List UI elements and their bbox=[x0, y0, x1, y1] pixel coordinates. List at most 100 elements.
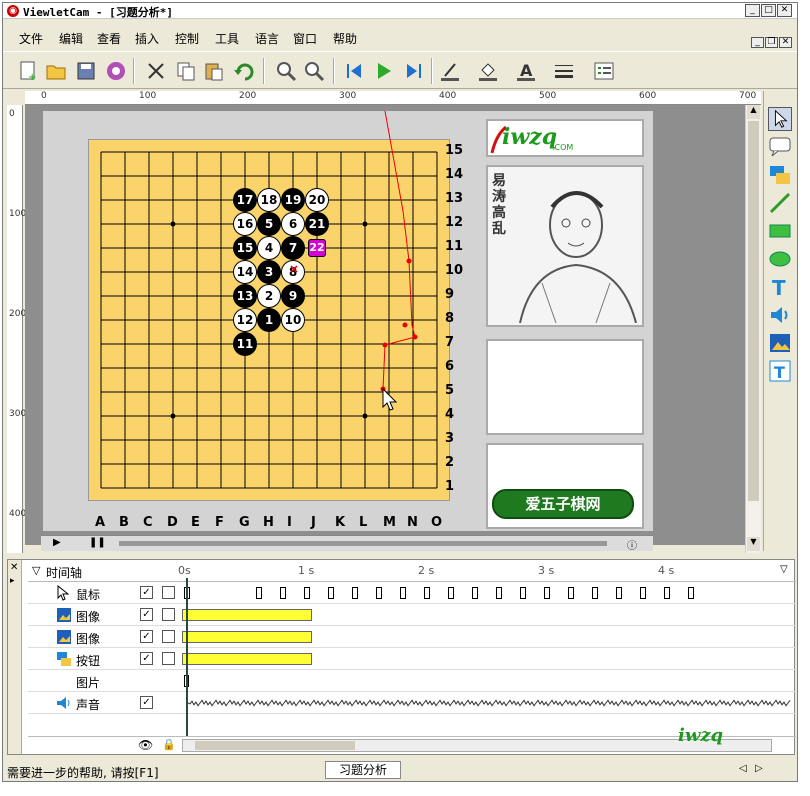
playhead[interactable] bbox=[186, 578, 188, 736]
close-button[interactable]: ✕ bbox=[777, 4, 792, 17]
info-icon[interactable]: ⓘ bbox=[627, 537, 637, 552]
mdi-close-button[interactable]: ✕ bbox=[779, 37, 792, 48]
record-icon[interactable] bbox=[105, 60, 127, 82]
text-tool-icon[interactable]: T bbox=[768, 275, 792, 299]
play-icon[interactable] bbox=[373, 60, 395, 82]
maximize-button[interactable]: □ bbox=[761, 4, 776, 17]
menu-file[interactable]: 文件 bbox=[19, 30, 43, 47]
preview-play-icon[interactable]: ▶ bbox=[53, 537, 61, 548]
image-tool-icon[interactable] bbox=[768, 331, 792, 355]
save-icon[interactable] bbox=[75, 60, 97, 82]
menu-language[interactable]: 语言 bbox=[255, 30, 279, 47]
timeline-row-mouse[interactable]: 鼠标 ✓ bbox=[28, 582, 796, 604]
document-tab[interactable]: 习题分析 bbox=[325, 761, 401, 779]
visible-checkbox[interactable]: ✓ bbox=[140, 652, 153, 665]
tab-prev-icon[interactable]: ◁ bbox=[739, 763, 747, 774]
mouse-keyframe[interactable] bbox=[544, 587, 550, 599]
line-color-icon[interactable] bbox=[439, 60, 461, 82]
image-duration-bar[interactable] bbox=[182, 631, 312, 643]
mouse-keyframe[interactable] bbox=[328, 587, 334, 599]
callout-icon[interactable] bbox=[768, 135, 792, 159]
timeline-row-image[interactable]: 图像 ✓ bbox=[28, 626, 796, 648]
menu-edit[interactable]: 编辑 bbox=[59, 30, 83, 47]
timeline-row-sound[interactable]: 声音 ✓ bbox=[28, 692, 796, 714]
mouse-keyframe[interactable] bbox=[640, 587, 646, 599]
timeline-scroll-thumb[interactable] bbox=[195, 741, 355, 750]
eye-icon[interactable]: 👁 bbox=[138, 738, 153, 752]
mouse-keyframe[interactable] bbox=[280, 587, 286, 599]
button-object-icon[interactable] bbox=[768, 163, 792, 187]
mouse-keyframe[interactable] bbox=[592, 587, 598, 599]
mdi-minimize-button[interactable]: _ bbox=[751, 37, 764, 48]
text-caption-icon[interactable]: T bbox=[768, 359, 792, 383]
scroll-up-icon[interactable]: ▲ bbox=[747, 105, 760, 119]
vertical-scrollbar[interactable]: ▲ ▼ bbox=[745, 105, 761, 553]
image-duration-bar[interactable] bbox=[182, 609, 312, 621]
timeline-collapse-icon[interactable]: ▽ bbox=[32, 564, 40, 577]
line-tool-icon[interactable] bbox=[768, 191, 792, 215]
rectangle-tool-icon[interactable] bbox=[768, 219, 792, 243]
ellipse-tool-icon[interactable] bbox=[768, 247, 792, 271]
menu-insert[interactable]: 插入 bbox=[135, 30, 159, 47]
fill-color-icon[interactable] bbox=[477, 60, 499, 82]
mouse-keyframe[interactable] bbox=[616, 587, 622, 599]
timeline-row-picture[interactable]: 图片 bbox=[28, 670, 796, 692]
sound-tool-icon[interactable] bbox=[768, 303, 792, 327]
font-color-icon[interactable]: A bbox=[515, 60, 537, 82]
mouse-keyframe[interactable] bbox=[376, 587, 382, 599]
paste-icon[interactable] bbox=[203, 60, 225, 82]
mouse-keyframe[interactable] bbox=[664, 587, 670, 599]
visible-checkbox[interactable]: ✓ bbox=[140, 696, 153, 709]
mouse-keyframe[interactable] bbox=[688, 587, 694, 599]
lock-icon[interactable]: 🔒 bbox=[162, 738, 176, 751]
mdi-restore-button[interactable]: ❐ bbox=[765, 37, 778, 48]
timeline-close-icon[interactable]: ✕ bbox=[10, 562, 18, 573]
rewind-icon[interactable] bbox=[343, 60, 365, 82]
visible-checkbox[interactable]: ✓ bbox=[140, 630, 153, 643]
lock-checkbox[interactable] bbox=[162, 652, 175, 665]
preview-pause-icon[interactable]: ❚❚ bbox=[89, 537, 106, 548]
menu-view[interactable]: 查看 bbox=[97, 30, 121, 47]
mouse-keyframe[interactable] bbox=[352, 587, 358, 599]
mouse-keyframe[interactable] bbox=[400, 587, 406, 599]
timeline-row-image[interactable]: 图像 ✓ bbox=[28, 604, 796, 626]
minimize-button[interactable]: _ bbox=[745, 4, 760, 17]
scroll-down-icon[interactable]: ▼ bbox=[747, 537, 760, 551]
slide-canvas[interactable]: 17 18 19 20 16 5 6 21 15 4 7 22 14 3 8 13 2 9 12 1 10 11 15 14… bbox=[43, 111, 653, 531]
cut-icon[interactable] bbox=[145, 60, 167, 82]
properties-icon[interactable] bbox=[593, 60, 615, 82]
timeline-row-button[interactable]: 按钮 ✓ bbox=[28, 648, 796, 670]
copy-icon[interactable] bbox=[175, 60, 197, 82]
mouse-keyframe[interactable] bbox=[496, 587, 502, 599]
timeline-expand-icon[interactable]: ▸ bbox=[10, 576, 15, 586]
button-duration-bar[interactable] bbox=[182, 653, 312, 665]
menu-help[interactable]: 帮助 bbox=[333, 30, 357, 47]
mouse-keyframe[interactable] bbox=[256, 587, 262, 599]
mouse-keyframe[interactable] bbox=[304, 587, 310, 599]
timeline-dropdown-icon[interactable]: ▽ bbox=[780, 564, 788, 575]
mouse-keyframe[interactable] bbox=[568, 587, 574, 599]
scroll-thumb[interactable] bbox=[748, 121, 759, 501]
lock-checkbox[interactable] bbox=[162, 586, 175, 599]
mouse-keyframe[interactable] bbox=[472, 587, 478, 599]
mouse-keyframe[interactable] bbox=[424, 587, 430, 599]
lock-checkbox[interactable] bbox=[162, 608, 175, 621]
mouse-keyframe[interactable] bbox=[448, 587, 454, 599]
lock-checkbox[interactable] bbox=[162, 630, 175, 643]
menu-control[interactable]: 控制 bbox=[175, 30, 199, 47]
visible-checkbox[interactable]: ✓ bbox=[140, 586, 153, 599]
zoom-out-icon[interactable] bbox=[303, 60, 325, 82]
forward-icon[interactable] bbox=[403, 60, 425, 82]
new-file-icon[interactable]: + bbox=[17, 60, 39, 82]
menu-window[interactable]: 窗口 bbox=[293, 30, 317, 47]
preview-progress-bar[interactable] bbox=[119, 541, 607, 546]
mouse-keyframe[interactable] bbox=[520, 587, 526, 599]
zoom-in-icon[interactable] bbox=[275, 60, 297, 82]
visible-checkbox[interactable]: ✓ bbox=[140, 608, 153, 621]
menu-tools[interactable]: 工具 bbox=[215, 30, 239, 47]
undo-icon[interactable] bbox=[233, 60, 255, 82]
select-arrow-icon[interactable] bbox=[768, 107, 792, 131]
line-style-icon[interactable] bbox=[553, 60, 575, 82]
tab-next-icon[interactable]: ▷ bbox=[755, 763, 763, 774]
open-folder-icon[interactable] bbox=[45, 60, 67, 82]
